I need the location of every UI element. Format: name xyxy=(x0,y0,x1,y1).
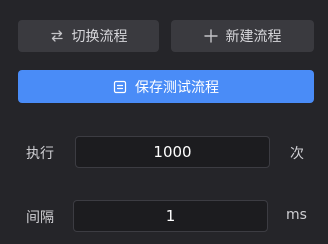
new-flow-button[interactable]: 新建流程 xyxy=(171,20,314,52)
save-test-flow-label: 保存测试流程 xyxy=(135,79,219,96)
save-test-flow-button[interactable]: 保存测试流程 xyxy=(18,70,314,103)
switch-flow-label: 切换流程 xyxy=(71,29,128,45)
flow-test-panel: 切换流程 新建流程 保存测试流程 执行 次 间隔 ms xyxy=(0,0,328,244)
interval-input[interactable] xyxy=(73,200,268,232)
interval-unit: ms xyxy=(286,207,307,223)
plus-icon xyxy=(203,29,218,43)
interval-label: 间隔 xyxy=(26,210,54,226)
execute-label: 执行 xyxy=(26,146,54,162)
swap-icon xyxy=(50,29,64,43)
save-icon xyxy=(113,80,127,94)
execute-count-input[interactable] xyxy=(75,136,270,168)
new-flow-label: 新建流程 xyxy=(225,29,282,45)
switch-flow-button[interactable]: 切换流程 xyxy=(18,20,159,52)
execute-unit: 次 xyxy=(290,146,304,162)
